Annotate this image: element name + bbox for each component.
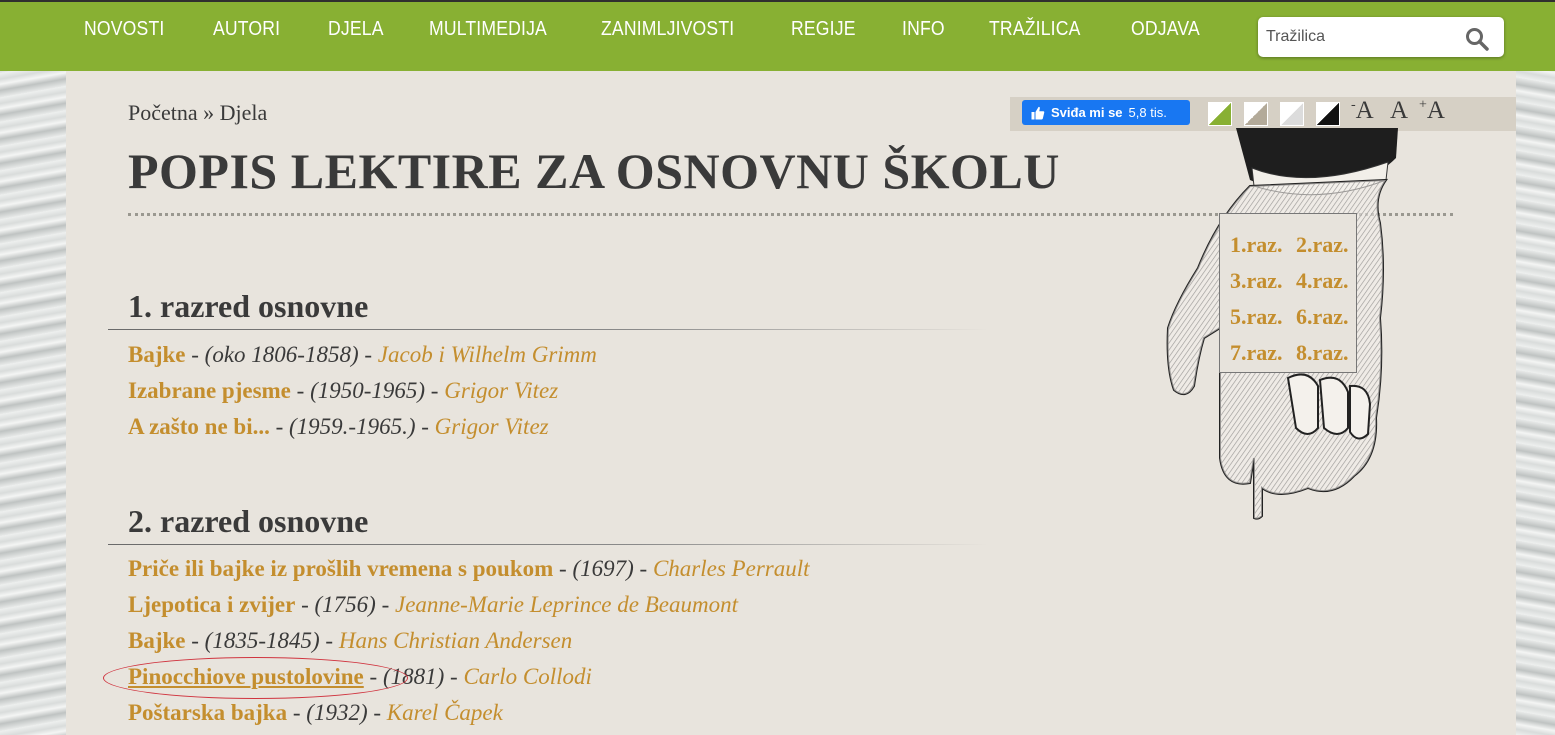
nav-item-trazilica[interactable]: TRAŽILICA	[989, 18, 1081, 41]
author-link[interactable]: Charles Perrault	[653, 556, 810, 581]
theme-swatch-green[interactable]	[1208, 102, 1232, 126]
list-item: Ljepotica i zvijer - (1756) - Jeanne-Mar…	[128, 592, 738, 617]
grade-link-8[interactable]: 8.raz.	[1296, 340, 1349, 366]
work-years: (1756)	[314, 592, 376, 617]
author-link[interactable]: Karel Čapek	[387, 700, 503, 725]
font-increase-button[interactable]: +A	[1419, 97, 1445, 125]
page-side-texture-left	[0, 0, 66, 735]
work-link[interactable]: Ljepotica i zvijer	[128, 592, 295, 617]
work-link-highlighted[interactable]: Pinocchiove pustolovine	[128, 664, 364, 689]
breadcrumb: Početna » Djela	[128, 100, 267, 126]
work-years: (1959.-1965.)	[289, 414, 416, 439]
like-count: 5,8 tis.	[1128, 105, 1167, 120]
author-link[interactable]: Carlo Collodi	[463, 664, 591, 689]
search-input[interactable]	[1266, 23, 1456, 51]
grade-link-2[interactable]: 2.raz.	[1296, 232, 1349, 258]
grade-link-4[interactable]: 4.raz.	[1296, 268, 1349, 294]
grade-link-1[interactable]: 1.raz.	[1230, 232, 1283, 258]
page-side-texture-right	[1515, 0, 1555, 735]
thumbs-up-icon	[1031, 106, 1045, 119]
list-item: Poštarska bajka - (1932) - Karel Čapek	[128, 700, 503, 725]
list-item: Pinocchiove pustolovine - (1881) - Carlo…	[128, 664, 592, 689]
work-years: (oko 1806-1858)	[204, 342, 359, 367]
list-item: Priče ili bajke iz prošlih vremena s pou…	[128, 556, 810, 581]
work-years: (1835-1845)	[204, 628, 320, 653]
work-link[interactable]: Izabrane pjesme	[128, 378, 291, 403]
list-item: Bajke - (1835-1845) - Hans Christian And…	[128, 628, 573, 653]
like-label: Sviđa mi se	[1051, 105, 1123, 120]
font-normal-button[interactable]: A	[1390, 97, 1408, 125]
nav-item-odjava[interactable]: ODJAVA	[1131, 18, 1200, 41]
list-item: Izabrane pjesme - (1950-1965) - Grigor V…	[128, 378, 559, 403]
theme-swatch-light[interactable]	[1280, 102, 1304, 126]
breadcrumb-home[interactable]: Početna	[128, 100, 198, 125]
breadcrumb-current: Djela	[219, 100, 268, 125]
work-link[interactable]: Poštarska bajka	[128, 700, 287, 725]
grade-link-3[interactable]: 3.raz.	[1230, 268, 1283, 294]
section-divider	[108, 329, 988, 330]
grade-link-7[interactable]: 7.raz.	[1230, 340, 1283, 366]
work-years: (1881)	[382, 664, 445, 689]
grade-link-6[interactable]: 6.raz.	[1296, 304, 1349, 330]
section-divider	[108, 544, 988, 545]
grade-link-5[interactable]: 5.raz.	[1230, 304, 1283, 330]
nav-item-info[interactable]: INFO	[902, 18, 945, 41]
top-navbar: NOVOSTI AUTORI DJELA MULTIMEDIJA ZANIMLJ…	[0, 0, 1555, 71]
work-years: (1697)	[572, 556, 634, 581]
breadcrumb-separator: »	[203, 100, 215, 125]
theme-swatch-beige[interactable]	[1244, 102, 1268, 126]
font-decrease-button[interactable]: -A	[1351, 97, 1374, 125]
work-link[interactable]: A zašto ne bi...	[128, 414, 270, 439]
theme-swatch-dark[interactable]	[1316, 102, 1340, 126]
nav-item-multimedija[interactable]: MULTIMEDIJA	[429, 18, 547, 41]
nav-item-regije[interactable]: REGIJE	[791, 18, 856, 41]
author-link[interactable]: Grigor Vitez	[435, 414, 549, 439]
search-icon[interactable]	[1464, 26, 1490, 52]
section-heading-grade-1: 1. razred osnovne	[128, 288, 369, 324]
nav-item-zanimljivosti[interactable]: ZANIMLJIVOSTI	[601, 18, 734, 41]
nav-item-autori[interactable]: AUTORI	[213, 18, 280, 41]
work-years: (1932)	[306, 700, 368, 725]
section-heading-grade-2: 2. razred osnovne	[128, 503, 369, 539]
author-link[interactable]: Jeanne-Marie Leprince de Beaumont	[395, 592, 738, 617]
work-link[interactable]: Bajke	[128, 342, 186, 367]
author-link[interactable]: Hans Christian Andersen	[339, 628, 572, 653]
facebook-like-button[interactable]: Sviđa mi se 5,8 tis.	[1022, 100, 1190, 125]
page-title: POPIS LEKTIRE ZA OSNOVNU ŠKOLU	[128, 143, 1060, 199]
work-link[interactable]: Priče ili bajke iz prošlih vremena s pou…	[128, 556, 553, 581]
list-item: Bajke - (oko 1806-1858) - Jacob i Wilhel…	[128, 342, 597, 367]
author-link[interactable]: Jacob i Wilhelm Grimm	[378, 342, 597, 367]
work-link[interactable]: Bajke	[128, 628, 186, 653]
nav-menu: NOVOSTI AUTORI DJELA MULTIMEDIJA ZANIMLJ…	[84, 18, 1209, 41]
list-item: A zašto ne bi... - (1959.-1965.) - Grigo…	[128, 414, 549, 439]
author-link[interactable]: Grigor Vitez	[444, 378, 558, 403]
work-years: (1950-1965)	[310, 378, 426, 403]
search-box	[1258, 17, 1504, 57]
nav-item-djela[interactable]: DJELA	[328, 18, 384, 41]
nav-item-novosti[interactable]: NOVOSTI	[84, 18, 164, 41]
